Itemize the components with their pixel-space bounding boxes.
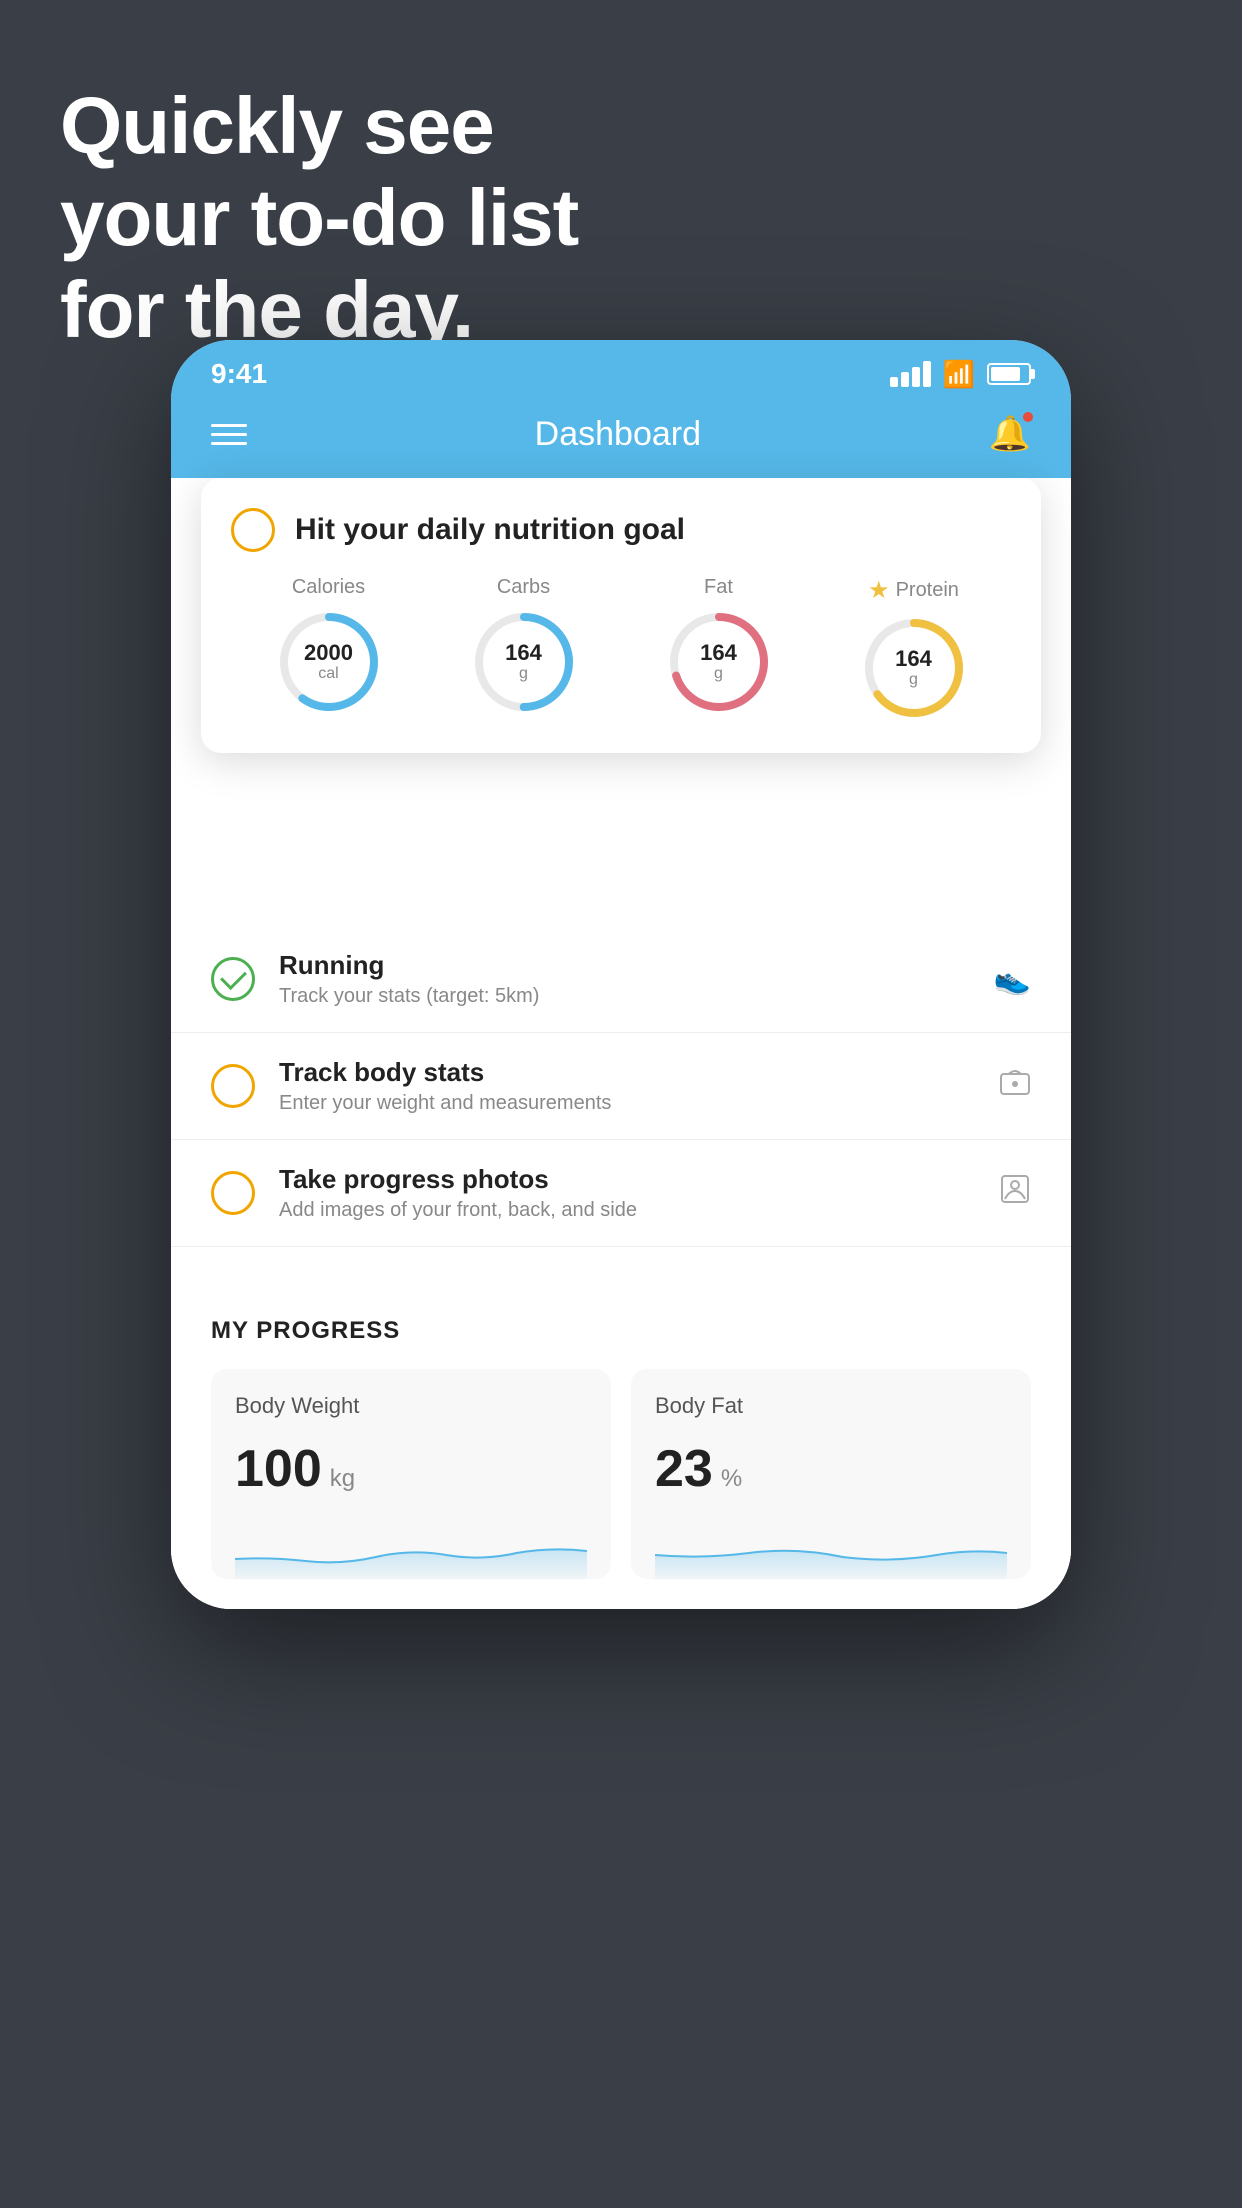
body-fat-chart [655,1519,1007,1579]
notification-button[interactable]: 🔔 [989,414,1031,454]
progress-photos-title: Take progress photos [279,1164,975,1195]
body-fat-unit: % [721,1465,742,1493]
macro-calories-label: Calories [292,576,365,599]
battery-icon [987,363,1031,385]
status-icons: 📶 [890,359,1031,390]
signal-icon [890,361,931,387]
macro-fat-label: Fat [704,576,733,599]
body-stats-title: Track body stats [279,1057,975,1088]
menu-button[interactable] [211,424,247,445]
body-fat-title: Body Fat [655,1393,1007,1419]
scale-icon [999,1066,1031,1106]
macro-protein-value: 164 g [895,647,932,689]
body-stats-text: Track body stats Enter your weight and m… [279,1057,975,1115]
running-checkbox[interactable] [211,957,255,1001]
body-weight-value-row: 100 kg [235,1439,587,1499]
progress-photos-checkbox[interactable] [211,1171,255,1215]
macro-calories-value: 2000 cal [304,641,353,683]
notification-dot [1021,410,1035,424]
todo-item-body-stats[interactable]: Track body stats Enter your weight and m… [171,1033,1071,1140]
spacer [171,1247,1071,1287]
body-fat-value: 23 [655,1439,713,1499]
shoe-icon: 👟 [994,962,1031,997]
nutrition-card-title: Hit your daily nutrition goal [295,513,685,547]
status-time: 9:41 [211,358,267,390]
body-fat-card[interactable]: Body Fat 23 % [631,1369,1031,1579]
phone-mockup: 9:41 📶 Dashboard 🔔 THINGS TO DO TODAY [171,340,1071,1609]
macro-carbs: Carbs 164 g [469,576,579,717]
my-progress-section: MY PROGRESS Body Weight 100 kg [171,1287,1071,1609]
wifi-icon: 📶 [943,359,975,390]
person-icon [999,1173,1031,1213]
app-header: Dashboard 🔔 [171,398,1071,478]
body-weight-unit: kg [330,1465,355,1493]
protein-star-icon: ★ [868,576,890,605]
page-headline: Quickly see your to-do list for the day. [60,80,578,356]
running-text: Running Track your stats (target: 5km) [279,950,970,1008]
macro-calories: Calories 2000 cal [274,576,384,717]
macro-carbs-circle: 164 g [469,607,579,717]
macro-protein: ★ Protein 164 g [859,576,969,723]
status-bar: 9:41 📶 [171,340,1071,398]
nutrition-checkbox[interactable] [231,508,275,552]
todo-item-progress-photos[interactable]: Take progress photos Add images of your … [171,1140,1071,1247]
macro-protein-label: Protein [896,579,959,602]
body-weight-card[interactable]: Body Weight 100 kg [211,1369,611,1579]
nutrition-card: Hit your daily nutrition goal Calories 2… [201,478,1041,753]
body-weight-value: 100 [235,1439,322,1499]
body-fat-value-row: 23 % [655,1439,1007,1499]
macro-carbs-value: 164 g [505,641,542,683]
body-weight-chart [235,1519,587,1579]
progress-cards: Body Weight 100 kg [211,1369,1031,1579]
macro-fat: Fat 164 g [664,576,774,717]
macro-fat-circle: 164 g [664,607,774,717]
my-progress-header: MY PROGRESS [211,1317,1031,1345]
progress-photos-text: Take progress photos Add images of your … [279,1164,975,1222]
macro-carbs-label: Carbs [497,576,550,599]
body-stats-subtitle: Enter your weight and measurements [279,1092,975,1115]
app-content: THINGS TO DO TODAY Hit your daily nutrit… [171,478,1071,1609]
todo-list: Running Track your stats (target: 5km) 👟… [171,926,1071,1247]
todo-item-running[interactable]: Running Track your stats (target: 5km) 👟 [171,926,1071,1033]
nutrition-card-title-row: Hit your daily nutrition goal [231,508,1011,552]
body-weight-title: Body Weight [235,1393,587,1419]
body-stats-checkbox[interactable] [211,1064,255,1108]
progress-photos-subtitle: Add images of your front, back, and side [279,1199,975,1222]
macros-row: Calories 2000 cal Carbs [231,576,1011,723]
running-subtitle: Track your stats (target: 5km) [279,985,970,1008]
macro-calories-circle: 2000 cal [274,607,384,717]
running-title: Running [279,950,970,981]
header-title: Dashboard [535,415,701,454]
macro-protein-circle: 164 g [859,613,969,723]
macro-fat-value: 164 g [700,641,737,683]
